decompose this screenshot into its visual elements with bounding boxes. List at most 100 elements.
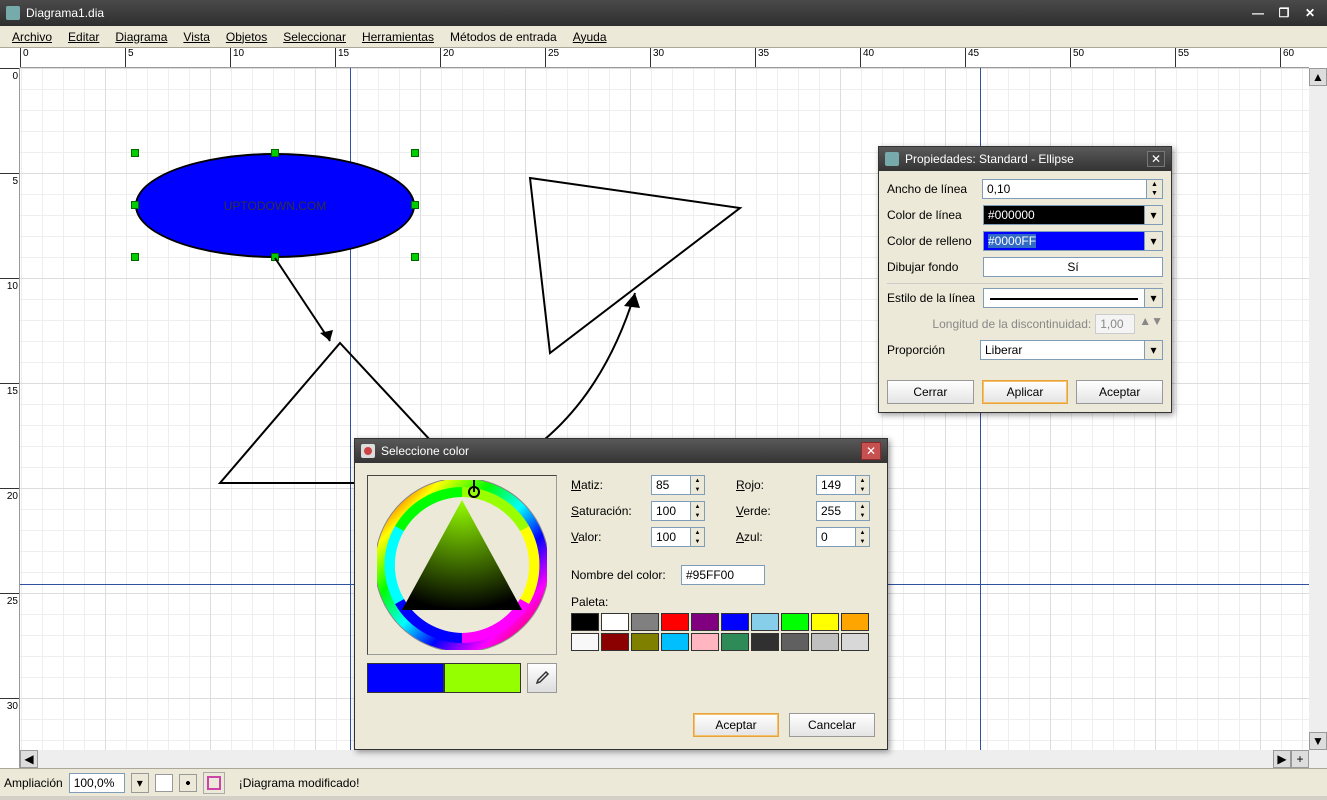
close-icon[interactable]: ✕ xyxy=(861,442,881,460)
scrollbar-vertical[interactable]: ▲ ▼ xyxy=(1309,68,1327,750)
palette-swatch[interactable] xyxy=(601,633,629,651)
selection-handle[interactable] xyxy=(271,253,279,261)
selection-handle[interactable] xyxy=(271,149,279,157)
spinner[interactable]: ▲▼ xyxy=(691,475,705,495)
palette-swatch[interactable] xyxy=(661,633,689,651)
dropdown-button[interactable]: ▾ xyxy=(1145,288,1163,308)
scroll-up-button[interactable]: ▲ xyxy=(1309,68,1327,86)
palette-swatch[interactable] xyxy=(571,633,599,651)
menu-archivo[interactable]: Archivo xyxy=(4,28,60,46)
accept-button[interactable]: Aceptar xyxy=(693,713,779,737)
snap-toggle-icon[interactable] xyxy=(179,774,197,792)
green-input[interactable] xyxy=(816,501,856,521)
hue-label: Matiz: xyxy=(571,478,651,492)
close-button[interactable]: Cerrar xyxy=(887,380,974,404)
dialog-title: Propiedades: Standard - Ellipse xyxy=(905,152,1147,166)
menu-diagrama[interactable]: Diagrama xyxy=(107,28,175,46)
palette-swatch[interactable] xyxy=(811,613,839,631)
palette-swatch[interactable] xyxy=(721,613,749,631)
cancel-button[interactable]: Cancelar xyxy=(789,713,875,737)
color-wheel[interactable] xyxy=(367,475,557,655)
zoom-dropdown-button[interactable]: ▾ xyxy=(131,773,149,793)
ellipse-text: UPTODOWN.COM xyxy=(224,199,326,213)
selection-handle[interactable] xyxy=(131,149,139,157)
apply-button[interactable]: Aplicar xyxy=(982,380,1069,404)
grid-toggle-icon[interactable] xyxy=(155,774,173,792)
menu-objetos[interactable]: Objetos xyxy=(218,28,275,46)
line-width-input[interactable] xyxy=(982,179,1147,199)
spinner[interactable]: ▲▼ xyxy=(691,501,705,521)
scrollbar-horizontal[interactable]: ◀ ▶ + xyxy=(20,750,1309,768)
value-input[interactable] xyxy=(651,527,691,547)
scroll-right-button[interactable]: ▶ xyxy=(1273,750,1291,768)
eyedropper-icon xyxy=(534,670,550,686)
saturation-label: Saturación: xyxy=(571,504,651,518)
accept-button[interactable]: Aceptar xyxy=(1076,380,1163,404)
line-style-preview[interactable] xyxy=(983,288,1145,308)
scroll-track[interactable] xyxy=(1309,86,1327,732)
palette-swatch[interactable] xyxy=(721,633,749,651)
maximize-button[interactable]: ❐ xyxy=(1273,4,1295,22)
scroll-down-button[interactable]: ▼ xyxy=(1309,732,1327,750)
proportion-select[interactable] xyxy=(980,340,1145,360)
dropdown-button[interactable]: ▾ xyxy=(1145,231,1163,251)
menu-vista[interactable]: Vista xyxy=(175,28,217,46)
prop-label-proportion: Proporción xyxy=(887,343,980,357)
palette-swatch[interactable] xyxy=(811,633,839,651)
selection-handle[interactable] xyxy=(411,201,419,209)
color-palette xyxy=(571,613,881,651)
color-name-input[interactable] xyxy=(681,565,765,585)
dialog-titlebar[interactable]: Propiedades: Standard - Ellipse ✕ xyxy=(879,147,1171,171)
palette-swatch[interactable] xyxy=(781,633,809,651)
line-color-field[interactable]: #000000 xyxy=(983,205,1145,225)
menu-ayuda[interactable]: Ayuda xyxy=(565,28,615,46)
palette-swatch[interactable] xyxy=(691,613,719,631)
palette-swatch[interactable] xyxy=(841,613,869,631)
zoom-input[interactable] xyxy=(69,773,125,793)
hue-input[interactable] xyxy=(651,475,691,495)
scroll-left-button[interactable]: ◀ xyxy=(20,750,38,768)
dialog-titlebar[interactable]: Seleccione color ✕ xyxy=(355,439,887,463)
saturation-input[interactable] xyxy=(651,501,691,521)
fill-color-field[interactable]: #0000FF xyxy=(983,231,1145,251)
spinner[interactable]: ▲▼ xyxy=(856,475,870,495)
palette-swatch[interactable] xyxy=(691,633,719,651)
blue-input[interactable] xyxy=(816,527,856,547)
eyedropper-button[interactable] xyxy=(527,663,557,693)
menu-herramientas[interactable]: Herramientas xyxy=(354,28,442,46)
selection-handle[interactable] xyxy=(411,149,419,157)
palette-swatch[interactable] xyxy=(841,633,869,651)
scroll-corner xyxy=(1309,750,1327,768)
palette-swatch[interactable] xyxy=(781,613,809,631)
menu-editar[interactable]: Editar xyxy=(60,28,107,46)
dropdown-button[interactable]: ▾ xyxy=(1145,205,1163,225)
close-button[interactable]: ✕ xyxy=(1299,4,1321,22)
close-icon[interactable]: ✕ xyxy=(1147,151,1165,167)
shape-ellipse[interactable]: UPTODOWN.COM xyxy=(135,153,415,258)
draw-bg-toggle[interactable]: Sí xyxy=(983,257,1163,277)
palette-swatch[interactable] xyxy=(631,633,659,651)
add-tab-button[interactable]: + xyxy=(1291,750,1309,768)
diagram-icon[interactable] xyxy=(203,772,225,794)
selection-handle[interactable] xyxy=(131,201,139,209)
palette-swatch[interactable] xyxy=(751,633,779,651)
selection-handle[interactable] xyxy=(411,253,419,261)
menu-metodos[interactable]: Métodos de entrada xyxy=(442,28,565,46)
spinner[interactable]: ▲▼ xyxy=(856,527,870,547)
spinner[interactable]: ▲▼ xyxy=(1147,179,1163,199)
palette-swatch[interactable] xyxy=(601,613,629,631)
palette-swatch[interactable] xyxy=(571,613,599,631)
shape-triangle xyxy=(530,178,740,353)
palette-swatch[interactable] xyxy=(661,613,689,631)
scroll-track[interactable] xyxy=(38,750,1273,768)
dropdown-button[interactable]: ▾ xyxy=(1145,340,1163,360)
minimize-button[interactable]: — xyxy=(1247,4,1269,22)
selection-handle[interactable] xyxy=(131,253,139,261)
spinner[interactable]: ▲▼ xyxy=(691,527,705,547)
red-input[interactable] xyxy=(816,475,856,495)
palette-swatch[interactable] xyxy=(631,613,659,631)
palette-swatch[interactable] xyxy=(751,613,779,631)
menu-seleccionar[interactable]: Seleccionar xyxy=(275,28,354,46)
dialog-icon xyxy=(885,152,899,166)
spinner[interactable]: ▲▼ xyxy=(856,501,870,521)
